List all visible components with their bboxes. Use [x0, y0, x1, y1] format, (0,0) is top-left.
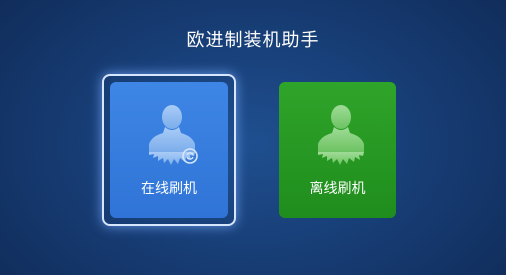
person-broom-icon — [318, 105, 364, 165]
app-title: 欧进制装机助手 — [186, 30, 320, 51]
online-flash-button[interactable]: 在线刷机 — [110, 82, 228, 218]
online-flash-label: 在线刷机 — [141, 181, 197, 197]
offline-flash-label: 离线刷机 — [309, 181, 366, 197]
sync-icon — [182, 148, 198, 164]
offline-flash-button[interactable]: 离线刷机 — [279, 82, 396, 218]
